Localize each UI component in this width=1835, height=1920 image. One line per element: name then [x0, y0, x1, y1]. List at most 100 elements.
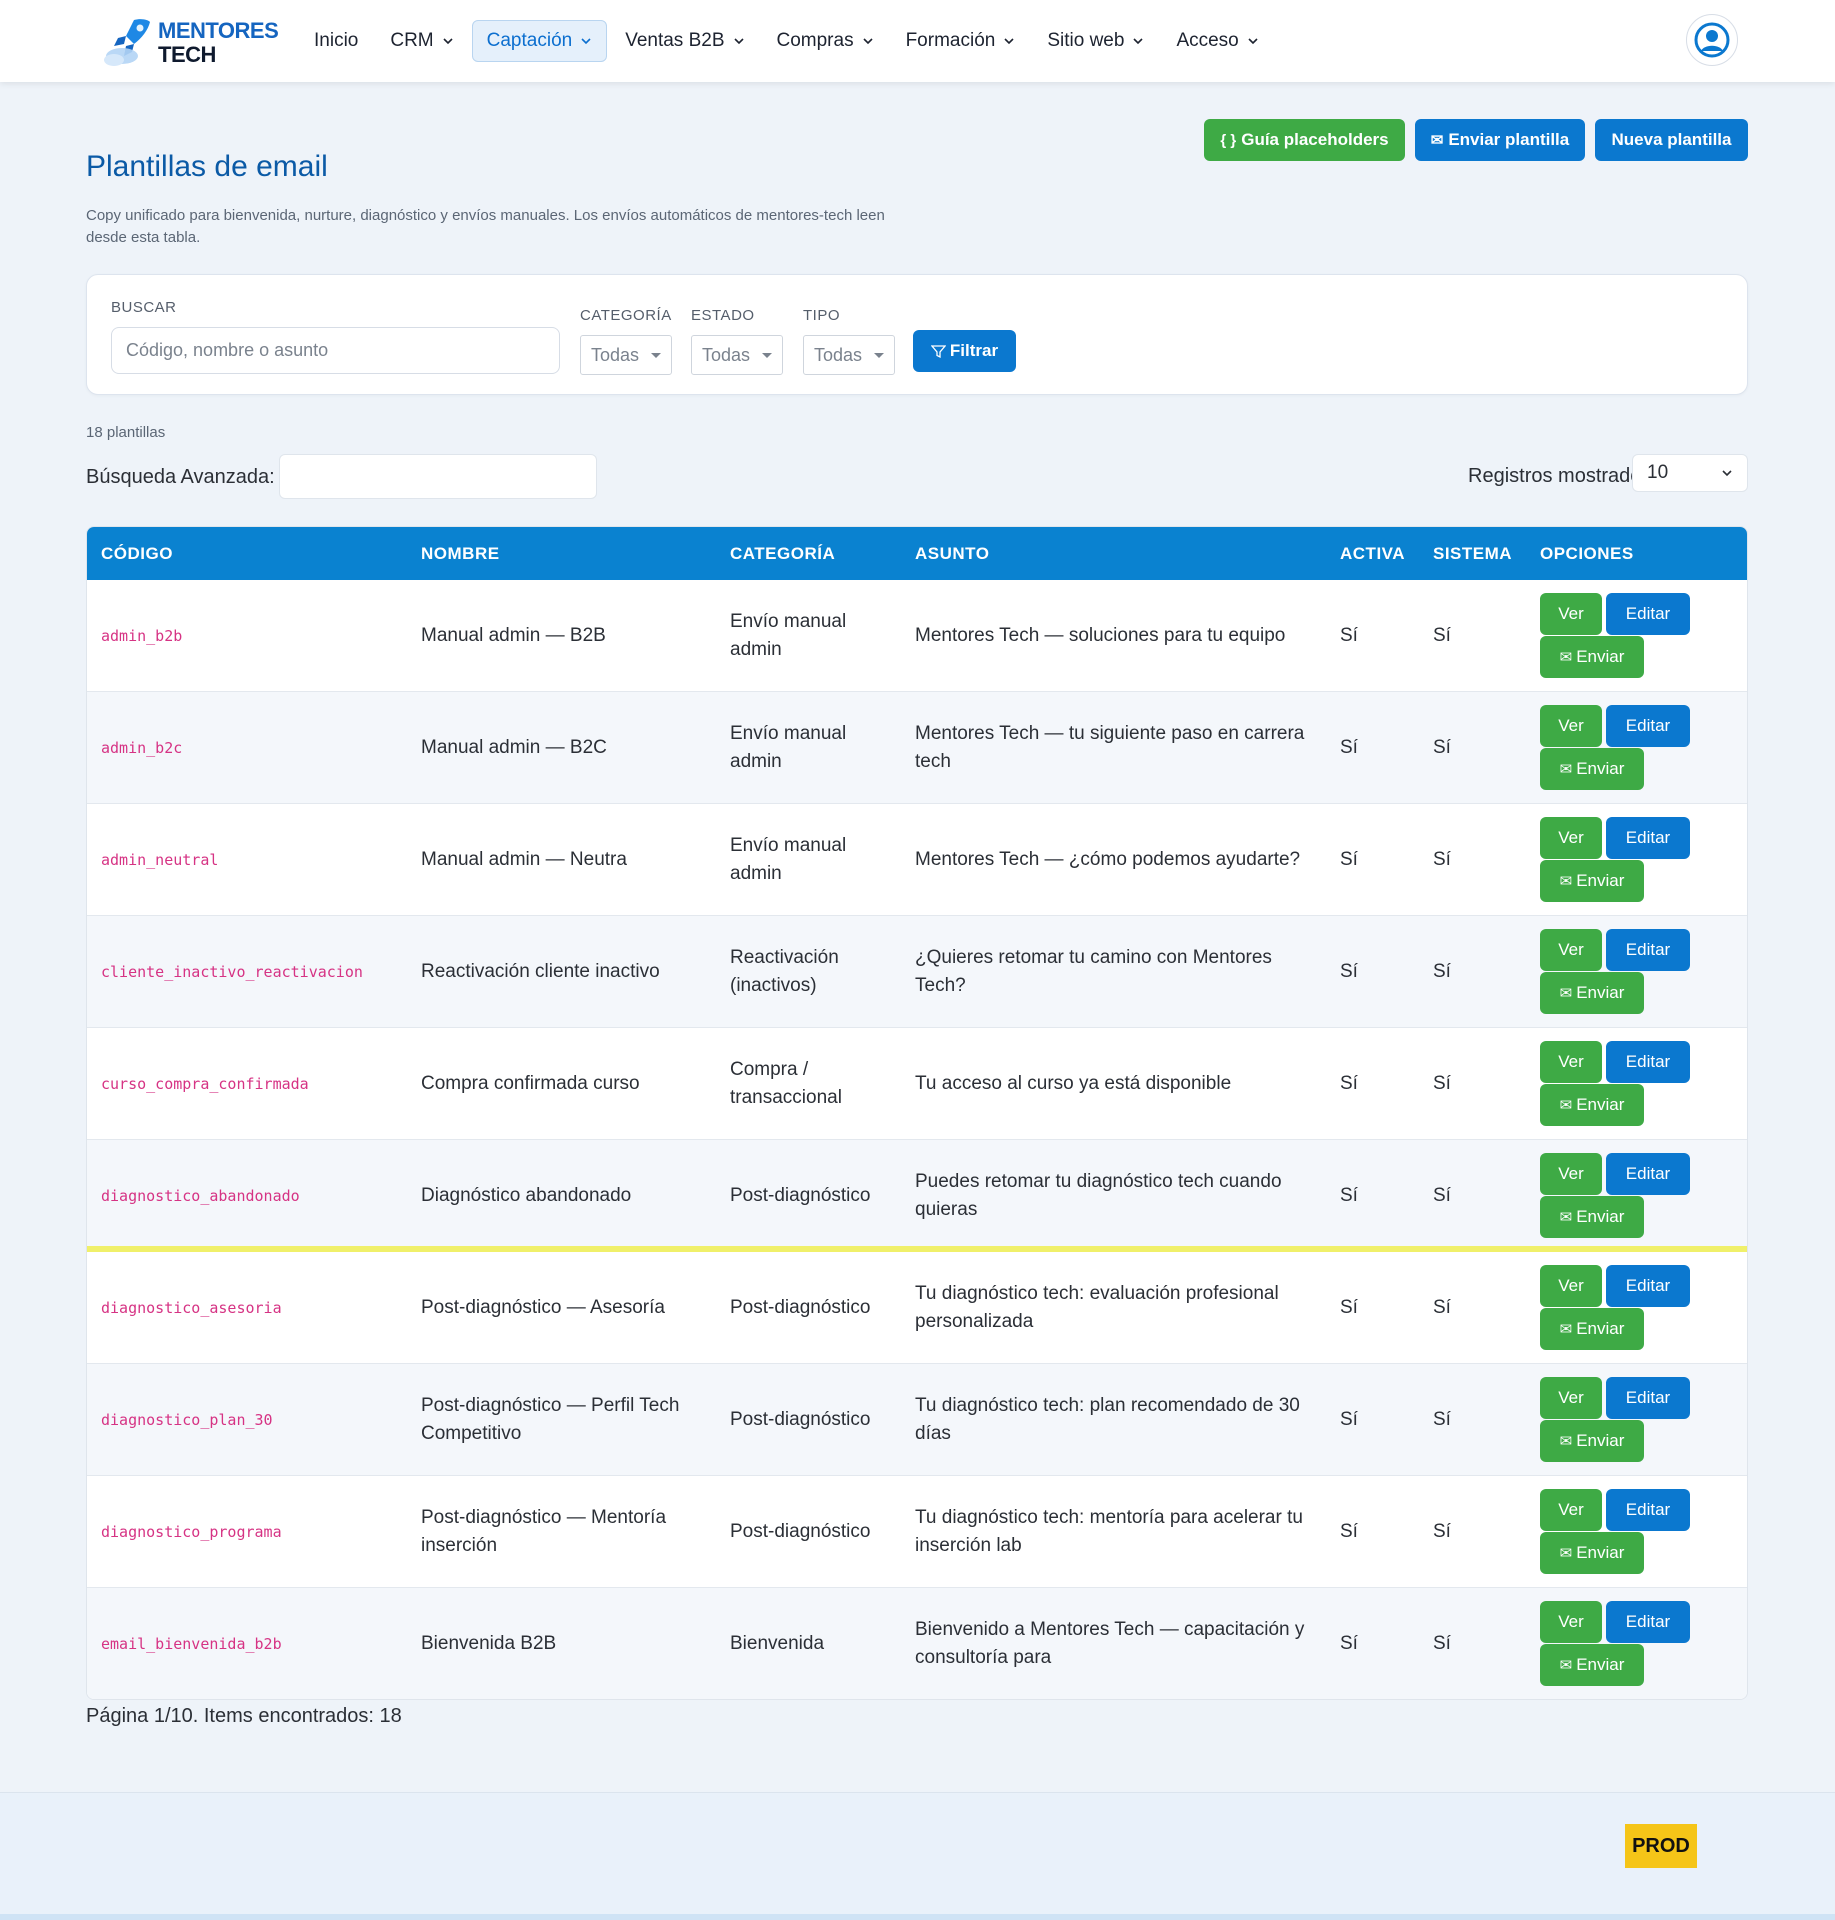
template-name: Reactivación cliente inactivo: [421, 961, 660, 982]
search-input[interactable]: Código, nombre o asunto: [111, 327, 560, 374]
edit-button[interactable]: Editar: [1606, 929, 1690, 971]
table-row: admin_b2c Manual admin — B2C Envío manual …: [87, 692, 1747, 804]
pagination-info: Página 1/10. Items encontrados: 18: [86, 1705, 402, 1727]
column-header[interactable]: SISTEMA: [1433, 544, 1512, 564]
type-select[interactable]: Todas: [803, 335, 895, 375]
nav-item-acceso[interactable]: Acceso: [1162, 20, 1272, 62]
send-button[interactable]: ✉ Enviar: [1540, 860, 1644, 902]
braces-icon: { }: [1220, 131, 1237, 149]
column-header[interactable]: ACTIVA: [1340, 544, 1405, 564]
send-button[interactable]: ✉ Enviar: [1540, 1084, 1644, 1126]
envelope-icon: ✉: [1559, 1321, 1573, 1338]
view-button[interactable]: Ver: [1540, 1041, 1602, 1083]
view-button[interactable]: Ver: [1540, 1377, 1602, 1419]
view-button[interactable]: Ver: [1540, 705, 1602, 747]
nav-label: Ventas B2B: [625, 30, 725, 51]
filter-button[interactable]: Filtrar: [913, 330, 1016, 372]
edit-button[interactable]: Editar: [1606, 593, 1690, 635]
view-button[interactable]: Ver: [1540, 817, 1602, 859]
top-navbar: MENTORES TECH Inicio CRM Captación Venta…: [0, 0, 1835, 82]
template-active: Sí: [1340, 849, 1358, 870]
nav-item-inicio[interactable]: Inicio: [300, 20, 372, 62]
template-code: admin_b2c: [101, 739, 183, 757]
brand-logo[interactable]: MENTORES TECH: [104, 16, 279, 67]
button-label: Ver: [1558, 1500, 1584, 1519]
template-name: Post-diagnóstico — Asesoría: [421, 1297, 665, 1318]
button-label: Enviar: [1576, 1431, 1625, 1450]
nav-item-formacion[interactable]: Formación: [892, 20, 1030, 62]
view-button[interactable]: Ver: [1540, 1601, 1602, 1643]
send-button[interactable]: ✉ Enviar: [1540, 636, 1644, 678]
template-category: Reactivación (inactivos): [730, 947, 839, 996]
nav-item-compras[interactable]: Compras: [763, 20, 888, 62]
send-button[interactable]: ✉ Enviar: [1540, 1308, 1644, 1350]
placeholder-guide-button[interactable]: { } Guía placeholders: [1204, 119, 1405, 161]
nav-item-ventas-b2b[interactable]: Ventas B2B: [611, 20, 758, 62]
template-system: Sí: [1433, 849, 1451, 870]
table-header: CÓDIGO NOMBRE CATEGORÍA ASUNTO ACTIVA SI…: [87, 527, 1747, 580]
template-name: Manual admin — B2B: [421, 625, 606, 646]
send-template-button[interactable]: ✉ Enviar plantilla: [1415, 119, 1585, 161]
button-label: Ver: [1558, 1388, 1584, 1407]
column-header[interactable]: NOMBRE: [421, 544, 500, 564]
send-button[interactable]: ✉ Enviar: [1540, 972, 1644, 1014]
send-button[interactable]: ✉ Enviar: [1540, 748, 1644, 790]
template-system: Sí: [1433, 1073, 1451, 1094]
edit-button[interactable]: Editar: [1606, 705, 1690, 747]
chevron-down-icon: [581, 38, 591, 45]
send-button[interactable]: ✉ Enviar: [1540, 1196, 1644, 1238]
view-button[interactable]: Ver: [1540, 1489, 1602, 1531]
template-subject: Puedes retomar tu diagnóstico tech cuand…: [915, 1171, 1282, 1220]
template-subject: Tu diagnóstico tech: evaluación profesio…: [915, 1283, 1279, 1332]
nav-item-crm[interactable]: CRM: [376, 20, 467, 62]
new-template-button[interactable]: Nueva plantilla: [1595, 119, 1748, 161]
column-header[interactable]: CÓDIGO: [101, 544, 173, 564]
view-button[interactable]: Ver: [1540, 1153, 1602, 1195]
table-row: cliente_inactivo_reactivacion Reactivació…: [87, 916, 1747, 1028]
view-button[interactable]: Ver: [1540, 929, 1602, 971]
advanced-search-input[interactable]: [279, 454, 597, 499]
button-label: Editar: [1625, 1612, 1671, 1631]
records-shown-select[interactable]: 10: [1632, 454, 1748, 492]
view-button[interactable]: Ver: [1540, 1265, 1602, 1307]
state-select[interactable]: Todas: [691, 335, 783, 375]
template-active: Sí: [1340, 1073, 1358, 1094]
template-system: Sí: [1433, 961, 1451, 982]
user-menu-button[interactable]: [1686, 14, 1738, 66]
nav-item-sitio-web[interactable]: Sitio web: [1033, 20, 1158, 62]
template-active: Sí: [1340, 1633, 1358, 1654]
edit-button[interactable]: Editar: [1606, 1377, 1690, 1419]
edit-button[interactable]: Editar: [1606, 817, 1690, 859]
button-label: Editar: [1625, 1388, 1671, 1407]
template-system: Sí: [1433, 625, 1451, 646]
chevron-down-icon: [1722, 470, 1732, 477]
button-label: Ver: [1558, 940, 1584, 959]
caret-down-icon: [651, 352, 661, 358]
send-button[interactable]: ✉ Enviar: [1540, 1644, 1644, 1686]
send-button[interactable]: ✉ Enviar: [1540, 1420, 1644, 1462]
edit-button[interactable]: Editar: [1606, 1153, 1690, 1195]
edit-button[interactable]: Editar: [1606, 1265, 1690, 1307]
filter-card: BUSCAR Código, nombre o asunto CATEGORÍA…: [86, 274, 1748, 395]
send-button[interactable]: ✉ Enviar: [1540, 1532, 1644, 1574]
select-value: Todas: [814, 344, 863, 365]
edit-button[interactable]: Editar: [1606, 1489, 1690, 1531]
button-label: Enviar: [1576, 1095, 1625, 1114]
edit-button[interactable]: Editar: [1606, 1041, 1690, 1083]
view-button[interactable]: Ver: [1540, 593, 1602, 635]
button-label: Enviar plantilla: [1448, 130, 1570, 149]
templates-table: CÓDIGO NOMBRE CATEGORÍA ASUNTO ACTIVA SI…: [86, 526, 1748, 1700]
button-label: Editar: [1625, 716, 1671, 735]
template-code: admin_b2b: [101, 627, 183, 645]
column-header[interactable]: CATEGORÍA: [730, 544, 835, 564]
template-code: admin_neutral: [101, 851, 219, 869]
template-active: Sí: [1340, 737, 1358, 758]
button-label: Enviar: [1576, 983, 1625, 1002]
edit-button[interactable]: Editar: [1606, 1601, 1690, 1643]
template-category: Bienvenida: [730, 1633, 825, 1654]
template-system: Sí: [1433, 1297, 1451, 1318]
template-subject: Mentores Tech — tu siguiente paso en car…: [915, 723, 1305, 772]
category-select[interactable]: Todas: [580, 335, 672, 375]
column-header[interactable]: ASUNTO: [915, 544, 989, 564]
nav-item-captacion[interactable]: Captación: [471, 20, 608, 62]
